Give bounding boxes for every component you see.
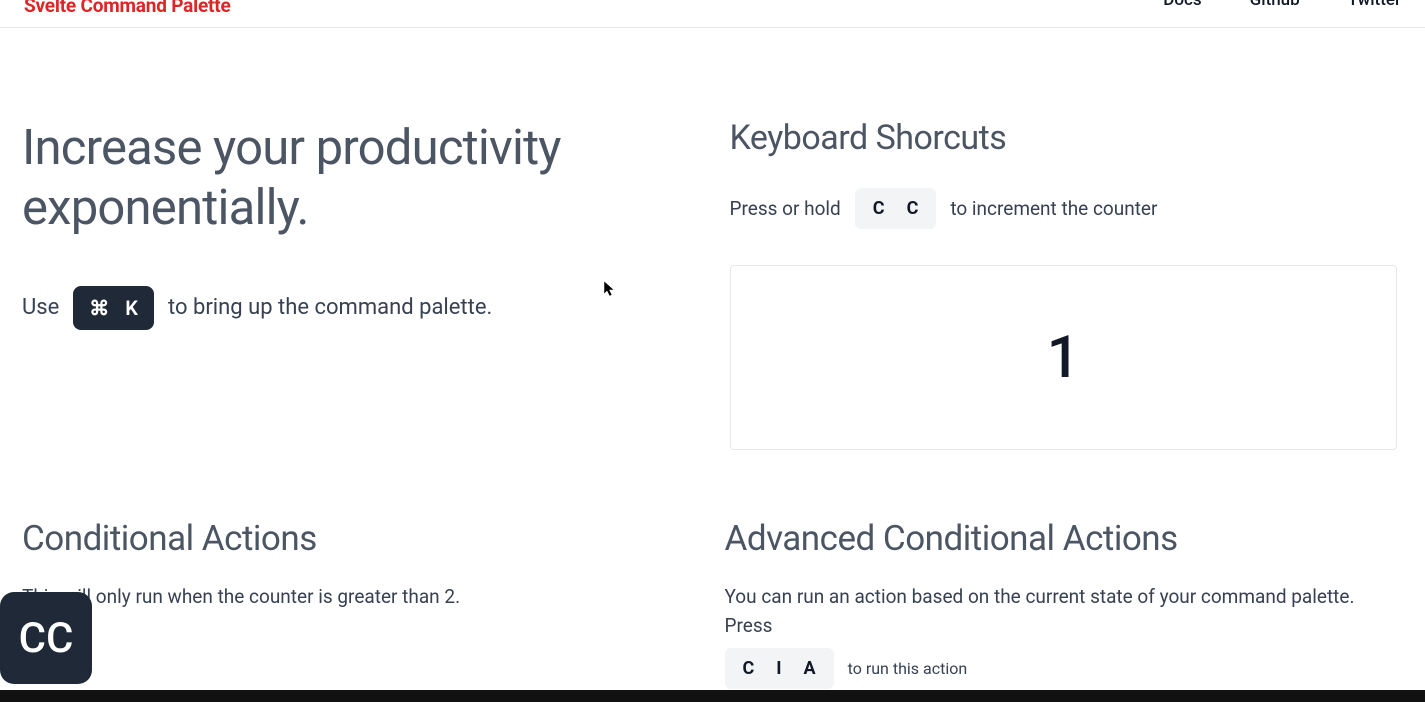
key-i: I: [776, 658, 781, 679]
nav-twitter[interactable]: Twitter: [1348, 0, 1401, 10]
lower-grid: Conditional Actions This will only run w…: [0, 518, 1425, 689]
nav-docs[interactable]: Docs: [1163, 0, 1201, 10]
advanced-section: Advanced Conditional Actions You can run…: [725, 518, 1398, 689]
key-c-1: C: [873, 198, 885, 219]
press-suffix: to increment the counter: [950, 197, 1157, 220]
conditional-section: Conditional Actions This will only run w…: [22, 518, 695, 689]
cia-keys: C I A: [725, 648, 834, 689]
conditional-desc: This will only run when the counter is g…: [22, 583, 695, 612]
shortcuts-section: Keyboard Shorcuts Press or hold C C to i…: [725, 118, 1398, 450]
advanced-desc-suffix: to run this action: [848, 659, 968, 678]
shortcut-line: Press or hold C C to increment the count…: [730, 188, 1398, 229]
use-suffix: to bring up the command palette.: [168, 295, 492, 320]
press-prefix: Press or hold: [730, 197, 841, 220]
k-key: K: [125, 296, 138, 320]
use-line: Use ⌘ K to bring up the command palette.: [22, 286, 695, 330]
header: Svelte Command Palette Docs Github Twitt…: [0, 0, 1425, 28]
shortcuts-title: Keyboard Shorcuts: [730, 118, 1398, 158]
nav: Docs Github Twitter: [1163, 0, 1401, 10]
cmd-k-key: ⌘ K: [73, 286, 154, 330]
counter-box: 1: [730, 265, 1398, 450]
cia-line: C I A to run this action: [725, 648, 1398, 689]
key-c-2: C: [907, 198, 919, 219]
hero-section: Increase your productivity exponentially…: [22, 118, 695, 450]
key-c: C: [743, 658, 755, 679]
use-prefix: Use: [22, 295, 59, 320]
logo[interactable]: Svelte Command Palette: [24, 0, 231, 17]
counter-value: 1: [1047, 324, 1080, 392]
key-a: A: [804, 658, 816, 679]
advanced-desc-prefix: You can run an action based on the curre…: [725, 583, 1398, 640]
hero-title: Increase your productivity exponentially…: [22, 118, 695, 238]
conditional-title: Conditional Actions: [22, 518, 695, 559]
cc-badge[interactable]: CC: [0, 592, 92, 684]
bottom-bar: [0, 690, 1425, 702]
cc-keys: C C: [855, 188, 937, 229]
nav-github[interactable]: Github: [1250, 0, 1300, 10]
main-grid: Increase your productivity exponentially…: [0, 28, 1425, 450]
command-icon: ⌘: [89, 296, 109, 320]
advanced-title: Advanced Conditional Actions: [725, 518, 1398, 559]
